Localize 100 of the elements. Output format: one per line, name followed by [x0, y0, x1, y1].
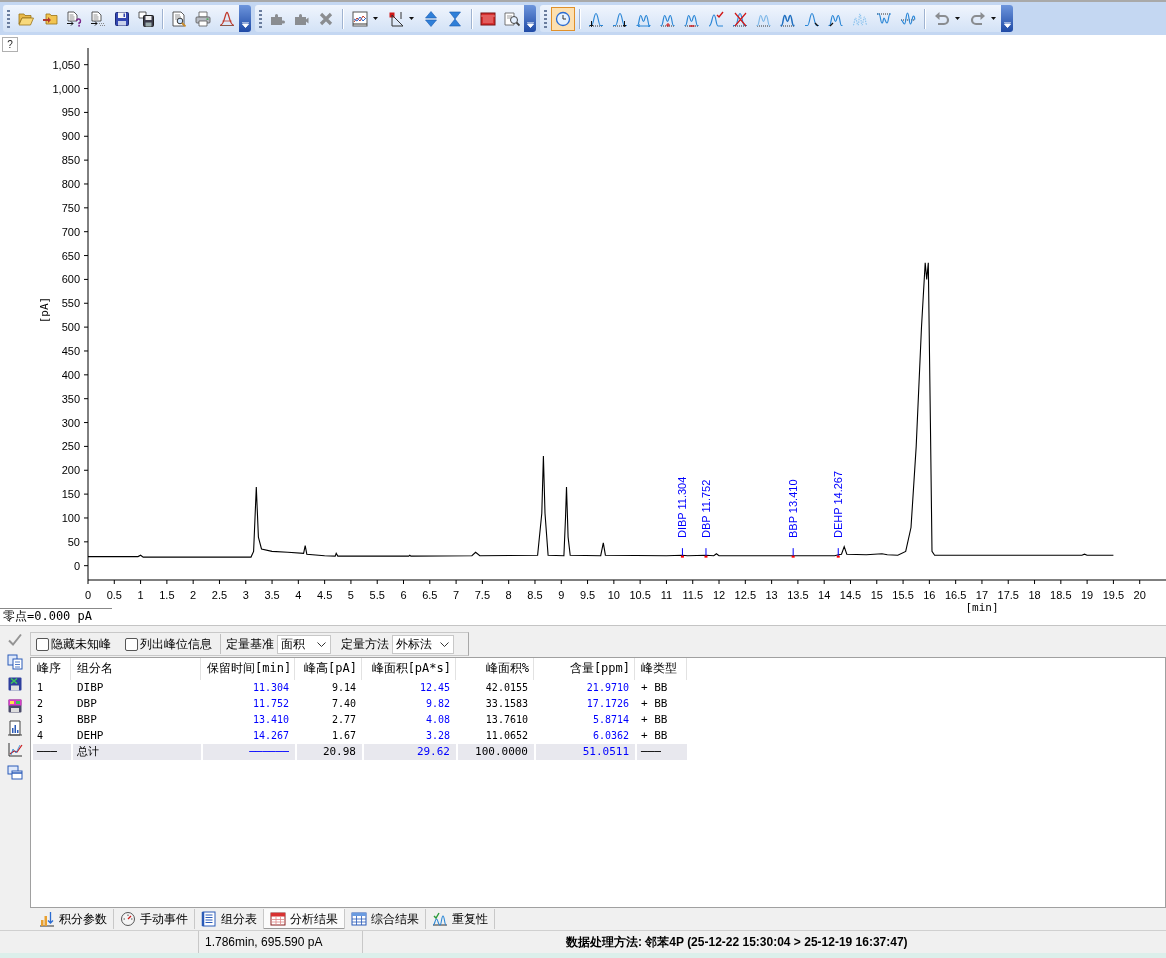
dropdown[interactable]: 面积 — [277, 634, 331, 654]
peak-marker-icon — [836, 547, 840, 558]
checkbox[interactable] — [36, 637, 49, 651]
overflow-arrow-icon — [1003, 22, 1011, 28]
x-tick-label: 20 — [1133, 589, 1146, 601]
x-tick-label: 6.5 — [422, 589, 438, 601]
x-tick-label: 11 — [660, 589, 673, 601]
table-cell: 29.62 — [364, 744, 456, 760]
table-cell-text: 6.0362 — [591, 729, 630, 743]
column-header[interactable]: 峰类型 — [637, 658, 687, 680]
table-cell-text: + BB — [640, 728, 669, 744]
x-tick-label: 16 — [923, 589, 936, 601]
column-header[interactable]: 含量[ppm] — [536, 658, 635, 680]
caret-icon — [991, 17, 996, 20]
y-tick-label: 250 — [61, 440, 80, 453]
toolbar-grip[interactable] — [7, 9, 10, 28]
checkbox-label[interactable]: 隐藏未知峰 — [51, 635, 111, 653]
tab[interactable]: 组分表 — [195, 909, 264, 929]
x-tick-label: 5.5 — [369, 589, 385, 601]
column-header[interactable]: 峰面积% — [458, 658, 534, 680]
table-cell-text: 13.7610 — [484, 713, 529, 727]
side-toolbar-button[interactable] — [4, 652, 26, 672]
table-cell: 20.98 — [297, 744, 362, 760]
line-chart-icon — [352, 10, 368, 27]
toolbar-grip[interactable] — [259, 9, 262, 28]
x-tick-label: 6 — [400, 589, 407, 601]
column-header[interactable]: 组分名 — [73, 658, 201, 680]
y-tick-label: 500 — [61, 321, 80, 334]
clock-icon — [555, 10, 571, 27]
overflow-arrow-icon — [526, 22, 534, 28]
help-button[interactable]: ? — [2, 37, 18, 52]
document-arrow-icon — [90, 10, 106, 27]
dropdown[interactable]: 外标法 — [392, 634, 454, 654]
x-tick-label: 14.5 — [839, 589, 862, 601]
peak-icon — [219, 10, 235, 27]
y-tick-label: 900 — [61, 130, 80, 143]
table-cell-text: 21.9710 — [585, 681, 630, 695]
tab[interactable]: 手动事件 — [114, 909, 195, 929]
y-tick-label: 100 — [61, 511, 80, 524]
table-cell-text: 1.67 — [330, 729, 357, 743]
toolbar-overflow-button[interactable] — [1001, 5, 1013, 32]
table-cell-text: 11.752 — [251, 697, 290, 711]
checkbox-label[interactable]: 列出峰位信息 — [140, 635, 212, 653]
column-header[interactable]: 峰高[pA] — [297, 658, 362, 680]
field-label: 定量方法 — [341, 635, 389, 653]
cross-icon — [318, 10, 334, 27]
tab[interactable]: 积分参数 — [33, 909, 114, 929]
y-tick-label: 700 — [61, 225, 80, 238]
table-cell: 51.0511 — [536, 744, 635, 760]
document-question-icon — [66, 10, 82, 27]
y-tick-label: 850 — [61, 154, 80, 167]
toolbar-grip[interactable] — [544, 9, 547, 28]
x-tick-label: 4 — [295, 589, 302, 601]
y-tick-label: 950 — [61, 106, 80, 119]
toolbar-overflow-button[interactable] — [524, 5, 536, 32]
table-cell-text: 12.45 — [418, 681, 451, 695]
save-icon — [114, 10, 130, 27]
x-tick-label: 7 — [453, 589, 460, 601]
table-cell-text: 5.8714 — [591, 713, 630, 727]
peak-arrow-icon — [612, 10, 628, 27]
printer-icon — [195, 10, 211, 27]
caret-icon — [317, 641, 326, 647]
y-axis-label: [pA] — [38, 296, 51, 324]
axis-chart-icon — [388, 10, 404, 27]
table-cell-text: 13.410 — [251, 713, 290, 727]
table-cell-text: 9.14 — [330, 681, 357, 695]
peak-label: DIBP 11.304 — [676, 476, 689, 538]
checkbox[interactable] — [125, 637, 138, 651]
column-header[interactable]: 保留时间[min] — [203, 658, 295, 680]
print-preview-icon — [171, 10, 187, 27]
table-cell-text: 4 — [36, 729, 45, 743]
column-header[interactable]: 峰序 — [33, 658, 71, 680]
zero-point-label: 零点=0.000 pA — [3, 609, 93, 623]
peak-check-icon — [708, 10, 724, 27]
x-tick-label: 3.5 — [264, 589, 280, 601]
side-toolbar-button[interactable] — [4, 762, 26, 782]
save-all-icon — [138, 10, 154, 27]
y-tick-label: 1,050 — [52, 58, 80, 71]
peak-marker-icon — [791, 547, 795, 558]
x-tick-label: 2.5 — [211, 589, 228, 601]
open-folder-icon — [18, 10, 34, 27]
list-document-icon — [201, 911, 217, 927]
x-tick-label: 9.5 — [579, 589, 596, 601]
y-tick-label: 600 — [61, 273, 80, 286]
tab[interactable]: 分析结果 — [264, 909, 345, 929]
x-tick-label: 15.5 — [892, 589, 914, 601]
x-tick-label: 5 — [347, 589, 354, 601]
table-cell: ─── — [637, 744, 687, 760]
copy-icon — [7, 654, 23, 670]
table-cell-text: 7.40 — [330, 697, 357, 711]
tab[interactable]: 重复性 — [426, 909, 495, 929]
vertical-arrows-icon — [423, 10, 439, 27]
table-cell-text: 17.1726 — [585, 697, 630, 711]
x-tick-label: 10 — [607, 589, 620, 601]
tab[interactable]: 综合结果 — [345, 909, 426, 929]
x-tick-label: 18 — [1028, 589, 1041, 601]
gauge-icon — [120, 911, 136, 927]
column-header[interactable]: 峰面积[pA*s] — [364, 658, 456, 680]
toolbar-overflow-button[interactable] — [239, 5, 251, 32]
bar-chart-icon — [39, 911, 55, 927]
